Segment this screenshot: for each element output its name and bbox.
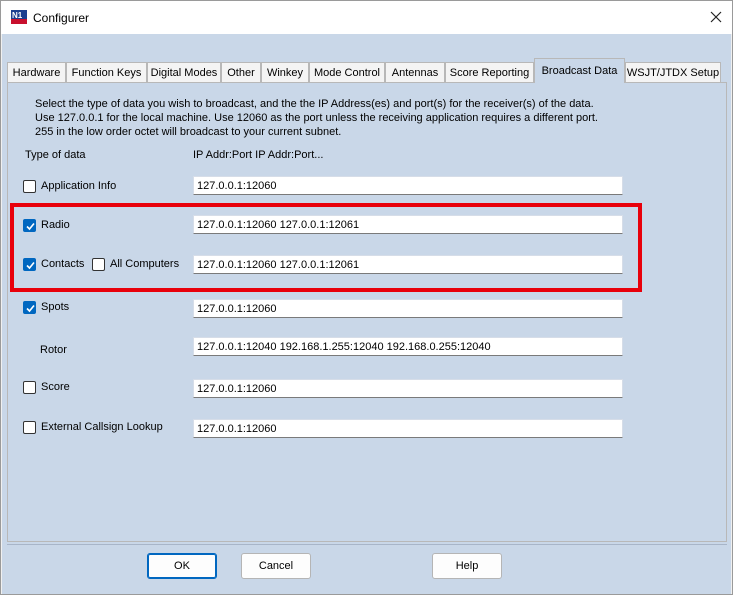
title-bar: N1 Configurer [1,1,732,34]
rotor-label: Rotor [40,344,67,356]
tab-antennas[interactable]: Antennas [385,62,445,82]
tab-hardware[interactable]: Hardware [7,62,66,82]
radio-label: Radio [41,219,70,231]
tab-other[interactable]: Other [221,62,261,82]
spots-ip-field[interactable]: 127.0.0.1:12060 [193,299,623,318]
external-callsign-lookup-checkbox[interactable] [23,421,36,434]
contacts-label: Contacts [41,258,85,270]
footer-separator [7,544,727,545]
rotor-ip-field[interactable]: 127.0.0.1:12040 192.168.1.255:12040 192.… [193,337,623,356]
external-callsign-lookup-ip-field[interactable]: 127.0.0.1:12060 [193,419,623,438]
cancel-button[interactable]: Cancel [241,553,311,579]
spots-checkbox[interactable] [23,301,36,314]
close-button[interactable] [701,5,731,29]
external-callsign-lookup-label: External Callsign Lookup [41,421,163,433]
type-of-data-header: Type of data [25,149,86,161]
tab-broadcast-data[interactable]: Broadcast Data [534,58,625,83]
ip-addr-header: IP Addr:Port IP Addr:Port... [193,149,324,161]
description-line: Use 127.0.0.1 for the local machine. Use… [35,112,598,124]
tab-winkey[interactable]: Winkey [261,62,309,82]
tab-score-reporting[interactable]: Score Reporting [445,62,534,82]
application-info-checkbox[interactable] [23,180,36,193]
tab-digital-modes[interactable]: Digital Modes [147,62,221,82]
n1mm-logo-icon: N1 [11,10,27,24]
all-computers-checkbox[interactable] [92,258,105,271]
close-icon [710,11,722,23]
contacts-checkbox[interactable] [23,258,36,271]
all-computers-label: All Computers [110,258,180,270]
contacts-ip-field[interactable]: 127.0.0.1:12060 127.0.0.1:12061 [193,255,623,274]
checkmark-icon [26,222,35,231]
svg-text:N1: N1 [12,11,23,20]
tab-wsjt-jtdx-setup[interactable]: WSJT/JTDX Setup [625,62,721,82]
radio-ip-field[interactable]: 127.0.0.1:12060 127.0.0.1:12061 [193,215,623,234]
help-button[interactable]: Help [432,553,502,579]
score-label: Score [41,381,70,393]
tab-mode-control[interactable]: Mode Control [309,62,385,82]
application-info-ip-field[interactable]: 127.0.0.1:12060 [193,176,623,195]
description-line: 255 in the low order octet will broadcas… [35,126,342,138]
radio-checkbox[interactable] [23,219,36,232]
spots-label: Spots [41,301,70,313]
window-title: Configurer [33,11,90,25]
checkmark-icon [26,261,35,270]
tab-function-keys[interactable]: Function Keys [66,62,147,82]
score-ip-field[interactable]: 127.0.0.1:12060 [193,379,623,398]
checkmark-icon [26,304,35,313]
description: Select the type of data you wish to broa… [35,97,635,139]
application-info-label: Application Info [41,180,117,192]
configurer-window: N1 Configurer Hardware Function Keys Dig… [0,0,733,595]
broadcast-data-panel: Select the type of data you wish to broa… [7,82,727,542]
description-line: Select the type of data you wish to broa… [35,98,594,110]
score-checkbox[interactable] [23,381,36,394]
dialog-body: Hardware Function Keys Digital Modes Oth… [2,34,731,594]
ok-button[interactable]: OK [147,553,217,579]
